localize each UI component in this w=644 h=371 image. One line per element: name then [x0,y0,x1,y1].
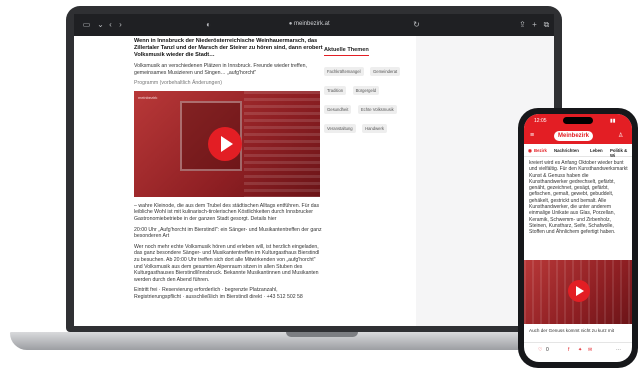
phone-action-bar: ♡ 0 f ✦ ✉ ⋯ [524,342,632,357]
play-icon[interactable] [568,280,590,302]
more-icon[interactable]: ⋯ [616,347,621,353]
browser-toolbar: ▭ ⌄ ‹ › ◐ ● meinbezirk.at ↻ ⇪ + ⧉ [74,14,554,36]
topics-title: Aktuelle Themen [324,47,369,56]
topic-chip[interactable]: Handwerk [362,124,387,133]
reload-icon[interactable]: ↻ [412,20,421,29]
video-source-tag: meinbezirk [138,94,158,100]
topic-chip[interactable]: Gemeinderat [369,67,401,76]
nav-item-nachrichten[interactable]: Nachrichten [554,148,579,153]
facebook-icon[interactable]: f [568,347,569,353]
sidebar-icon[interactable]: ▭ [82,20,91,29]
back-icon[interactable]: ‹ [106,20,115,29]
article-paragraph: Volksmusik an verschiedenen Plätzen in I… [134,63,307,76]
laptop-screen: ▭ ⌄ ‹ › ◐ ● meinbezirk.at ↻ ⇪ + ⧉ Wenn i… [74,14,554,326]
battery-icon: ▮▮ [610,118,616,124]
article-paragraph: Wer noch mehr echte Volksmusik hören und… [134,243,320,283]
phone-article-text: kreiert wird es Anfang Oktober wieder bu… [529,160,628,236]
article-paragraph: Eintritt frei · Reservierung erforderlic… [134,287,303,300]
article-lead: Wenn in Innsbruck der Niederösterreichis… [134,38,323,58]
location-icon[interactable]: ◉ [528,148,532,154]
nav-item-bezirk[interactable]: Bezirk [534,148,547,153]
nav-item-politik[interactable]: Politik & Wi [610,148,632,158]
article-paragraph: – wahre Kleinode, die aus dem Trubel des… [134,202,320,222]
shield-icon: ◐ [206,20,211,29]
phone-dynamic-island [563,117,593,124]
topics-panel: Aktuelle Themen Fachkräftemangel Gemeind… [324,38,414,136]
share-icon[interactable]: ⇪ [518,20,527,29]
nav-item-leben[interactable]: Leben [590,148,603,153]
menu-icon[interactable]: ≡ [530,132,534,139]
tabs-icon[interactable]: ⧉ [542,20,551,29]
site-logo[interactable]: Meinbezirk [554,131,594,141]
topic-chip[interactable]: Gesundheit [324,105,352,114]
phone-video-player[interactable] [524,260,632,324]
laptop-notch [286,332,358,337]
topic-chip[interactable]: Echte Volksmusik [357,105,397,114]
phone-nav: ◉ Bezirk Nachrichten Leben Politik & Wi [524,144,632,158]
phone-time: 12:05 [534,118,547,124]
address-bar[interactable]: meinbezirk.at [294,21,330,27]
topic-chip[interactable]: Fachkräftemangel [324,67,364,76]
heart-icon[interactable]: ♡ [538,347,542,353]
topic-chip[interactable]: Veranstaltung [324,124,356,133]
phone-caption: Auch der Genuss kommt nicht zu kurz mit [529,328,615,333]
article-paragraph: 20:00 Uhr „Aufg'horcht im Bierstindl": e… [134,226,322,240]
video-player[interactable]: meinbezirk [134,90,320,197]
user-icon[interactable]: ♙ [618,132,623,139]
phone-screen: 12:05 ▮▮ ≡ Meinbezirk ♙ ◉ Bezirk Nachric… [524,114,632,362]
topic-chip[interactable]: Tradition [324,86,347,95]
new-tab-icon[interactable]: + [530,20,539,29]
like-count: 0 [546,347,549,353]
twitter-icon[interactable]: ✦ [578,347,582,353]
topic-chip[interactable]: Bürgergeld [352,86,380,95]
forward-icon[interactable]: › [116,20,125,29]
article-body: Wenn in Innsbruck der Niederösterreichis… [134,38,324,326]
mail-icon[interactable]: ✉ [588,347,592,353]
play-icon[interactable] [208,126,242,161]
video-thumbnail [244,90,320,197]
program-label: Programm (vorbehaltlich Änderungen) [134,80,222,87]
chevron-down-icon[interactable]: ⌄ [96,20,105,29]
